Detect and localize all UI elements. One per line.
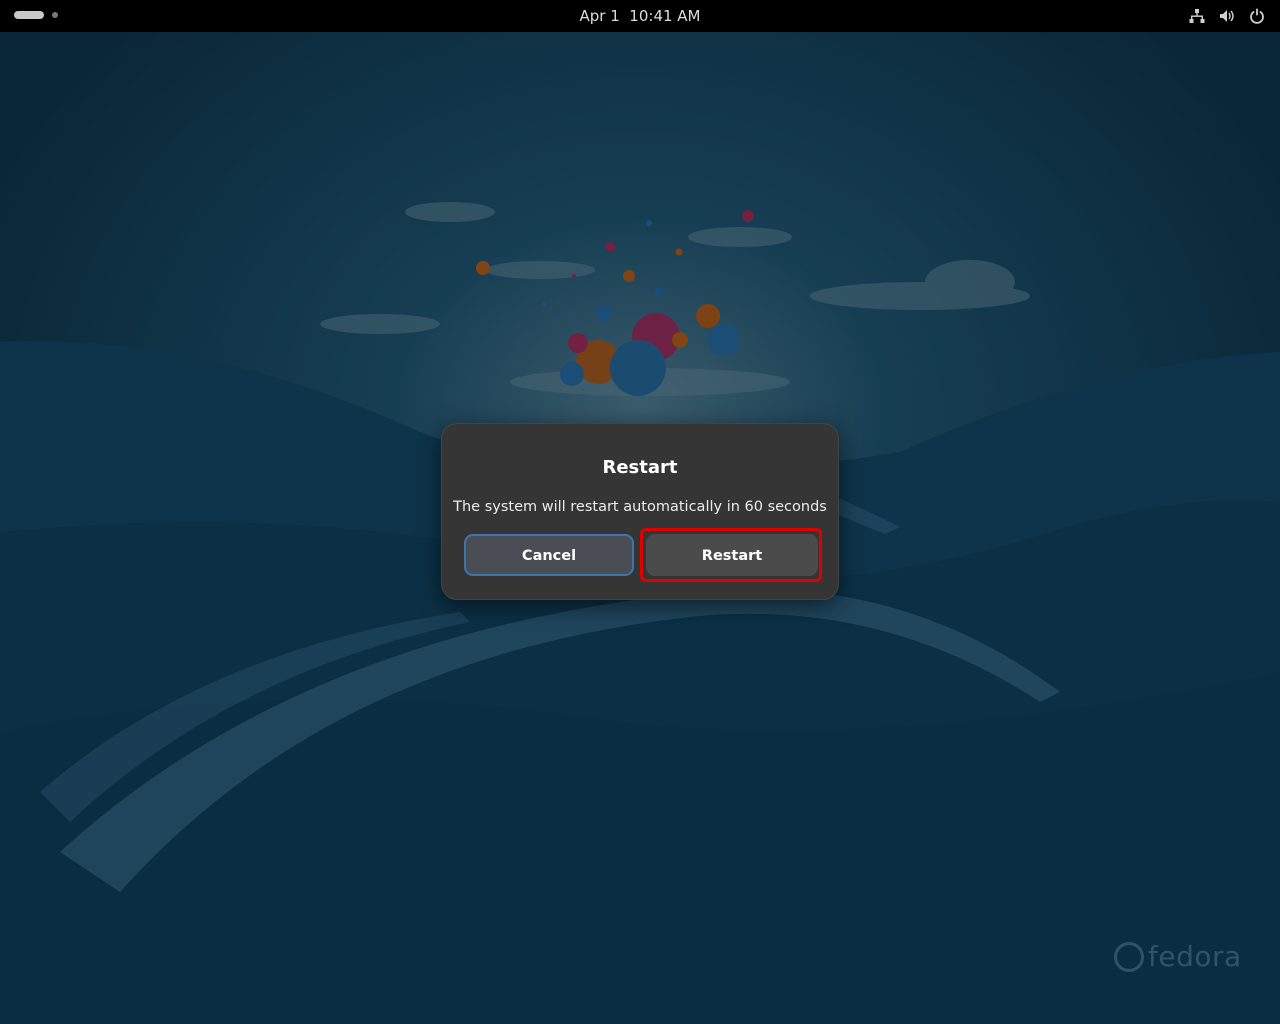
power-icon — [1250, 8, 1264, 24]
restart-button[interactable]: Restart — [646, 534, 818, 576]
dialog-title: Restart — [602, 457, 678, 478]
system-tray[interactable] — [1188, 7, 1266, 25]
cancel-button[interactable]: Cancel — [464, 534, 634, 576]
fedora-wordmark: fedora — [1148, 940, 1242, 973]
restart-dialog: Restart The system will restart automati… — [441, 423, 839, 600]
network-icon — [1189, 9, 1205, 23]
top-bar: Apr 1 10:41 AM — [0, 0, 1280, 32]
clock[interactable]: Apr 1 10:41 AM — [0, 0, 1280, 32]
clock-date: Apr 1 — [579, 7, 620, 25]
clock-time: 10:41 AM — [629, 7, 701, 25]
fedora-logo: fedora — [1114, 940, 1242, 973]
volume-icon — [1220, 10, 1234, 22]
fedora-mark-icon — [1114, 941, 1144, 972]
dialog-message: The system will restart automatically in… — [453, 499, 827, 515]
